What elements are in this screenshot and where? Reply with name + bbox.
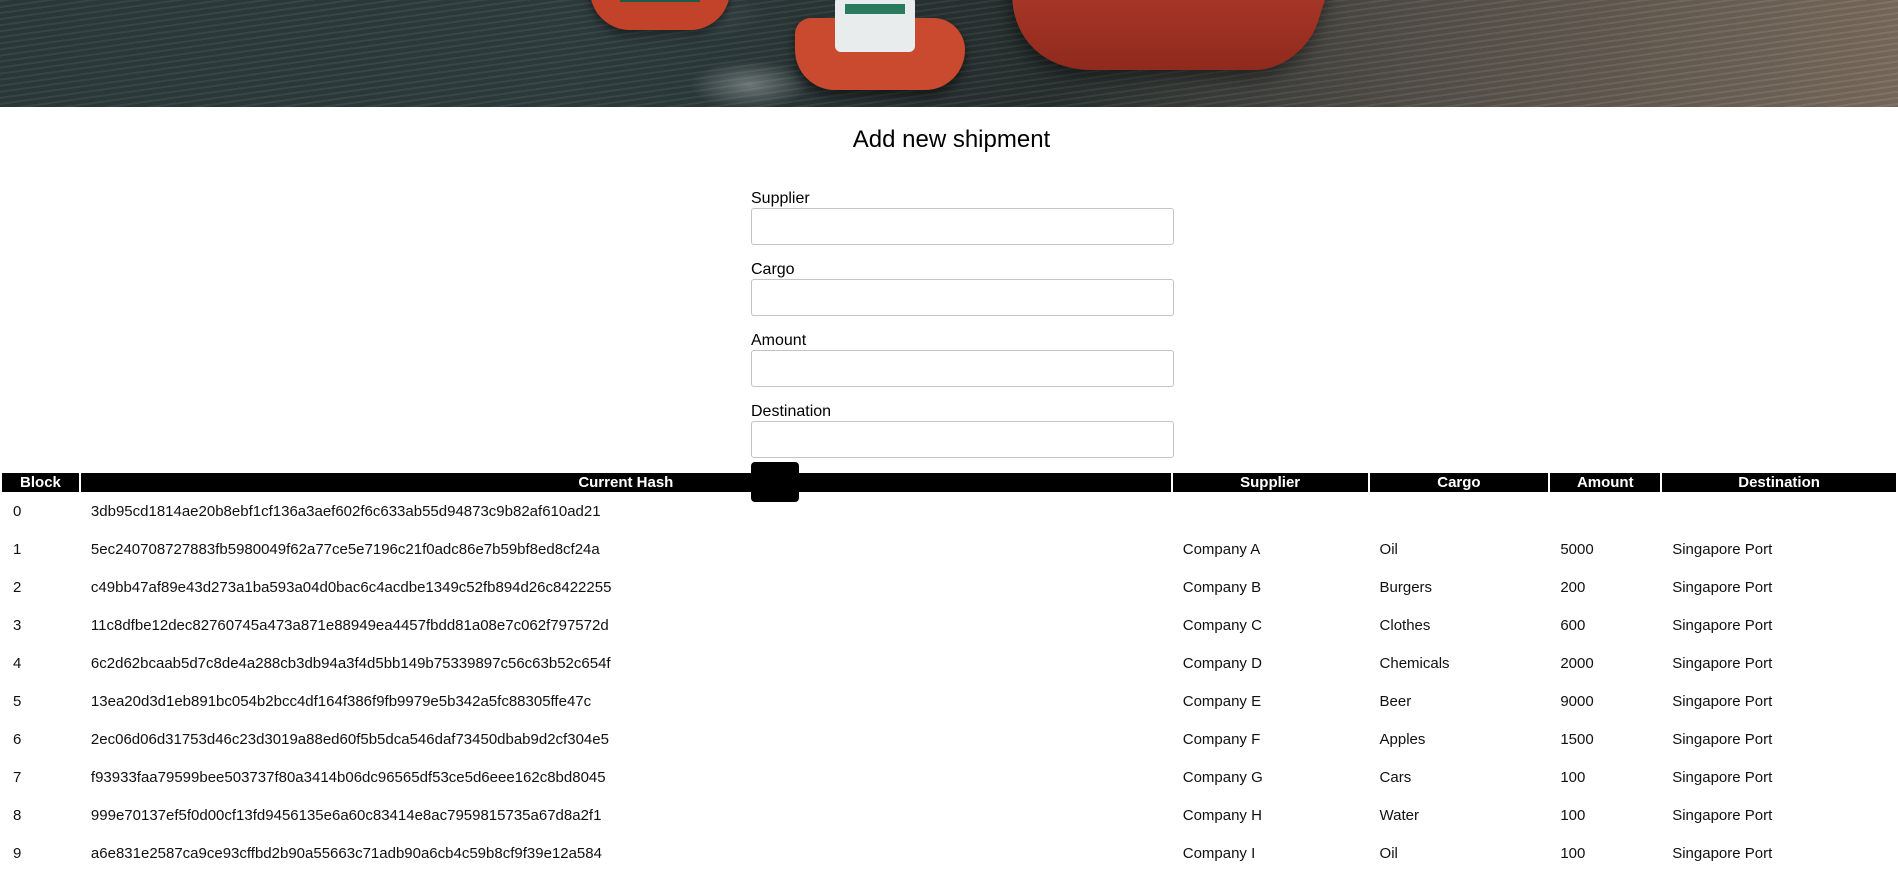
supplier-field-group: Supplier	[751, 190, 1175, 245]
destination-cell: Singapore Port	[1672, 844, 1773, 862]
block-cell: 0	[13, 502, 22, 520]
cargo-input[interactable]	[751, 279, 1174, 316]
block-cell: 8	[13, 806, 22, 824]
cargo-cell: Burgers	[1379, 578, 1433, 596]
block-cell: 9	[13, 844, 22, 862]
supplier-label: Supplier	[751, 190, 810, 207]
hero-banner-image	[0, 0, 1898, 107]
column-header-destination: Destination	[1662, 473, 1896, 492]
supplier-cell: Company D	[1182, 654, 1262, 672]
supplier-cell: Company I	[1182, 844, 1256, 862]
table-header-row: Block Current Hash Supplier Cargo Amount…	[2, 473, 1896, 492]
block-cell: 2	[13, 578, 22, 596]
hash-cell: 3db95cd1814ae20b8ebf1cf136a3aef602f6c633…	[90, 502, 601, 520]
column-header-current-hash: Current Hash	[80, 473, 1171, 492]
page-title: Add new shipment	[852, 126, 1051, 153]
supplier-cell: Company C	[1182, 616, 1262, 634]
block-cell: 5	[13, 692, 22, 710]
supplier-cell: Company F	[1182, 730, 1261, 748]
table-row: 4 6c2d62bcaab5d7c8de4a288cb3db94a3f4d5bb…	[2, 644, 1896, 682]
destination-cell: Singapore Port	[1672, 540, 1773, 558]
block-cell: 7	[13, 768, 22, 786]
cargo-cell: Chemicals	[1379, 654, 1450, 672]
destination-cell: Singapore Port	[1672, 730, 1773, 748]
column-header-block: Block	[2, 473, 79, 492]
hash-cell: 999e70137ef5f0d00cf13fd9456135e6a60c8341…	[90, 806, 602, 824]
cargo-cell: Oil	[1379, 844, 1398, 862]
amount-field-group: Amount	[751, 332, 1175, 387]
cargo-cell: Apples	[1379, 730, 1426, 748]
supplier-cell: Company H	[1182, 806, 1262, 824]
hash-cell: c49bb47af89e43d273a1ba593a04d0bac6c4acdb…	[90, 578, 612, 596]
supplier-cell: Company E	[1182, 692, 1262, 710]
destination-cell: Singapore Port	[1672, 768, 1773, 786]
destination-cell: Singapore Port	[1672, 806, 1773, 824]
block-cell: 3	[13, 616, 22, 634]
destination-cell: Singapore Port	[1672, 616, 1773, 634]
hash-cell: 5ec240708727883fb5980049f62a77ce5e7196c2…	[90, 540, 600, 558]
amount-cell: 100	[1560, 806, 1586, 824]
cargo-cell: Clothes	[1379, 616, 1431, 634]
table-row: 2 c49bb47af89e43d273a1ba593a04d0bac6c4ac…	[2, 568, 1896, 606]
block-cell: 4	[13, 654, 22, 672]
table-row: 5 13ea20d3d1eb891bc054b2bcc4df164f386f9f…	[2, 682, 1896, 720]
amount-input[interactable]	[751, 350, 1174, 387]
hash-cell: 2ec06d06d31753d46c23d3019a88ed60f5b5dca5…	[90, 730, 609, 748]
destination-cell: Singapore Port	[1672, 578, 1773, 596]
table-row: 8 999e70137ef5f0d00cf13fd9456135e6a60c83…	[2, 796, 1896, 834]
blockchain-table: Block Current Hash Supplier Cargo Amount…	[0, 473, 1898, 872]
cargo-cell: Water	[1379, 806, 1419, 824]
amount-cell: 5000	[1560, 540, 1594, 558]
hash-cell: 13ea20d3d1eb891bc054b2bcc4df164f386f9fb9…	[90, 692, 592, 710]
hash-cell: 6c2d62bcaab5d7c8de4a288cb3db94a3f4d5bb14…	[90, 654, 611, 672]
table-row: 3 11c8dfbe12dec82760745a473a871e88949ea4…	[2, 606, 1896, 644]
table-row: 1 5ec240708727883fb5980049f62a77ce5e7196…	[2, 530, 1896, 568]
cargo-field-group: Cargo	[751, 261, 1175, 316]
cargo-cell: Cars	[1379, 768, 1412, 786]
table-row: 7 f93933faa79599bee503737f80a3414b06dc96…	[2, 758, 1896, 796]
cargo-cell	[1370, 492, 1549, 530]
supplier-cell: Company G	[1182, 768, 1263, 786]
destination-field-group: Destination	[751, 403, 1175, 458]
amount-cell: 9000	[1560, 692, 1594, 710]
destination-cell	[1662, 492, 1896, 530]
amount-label: Amount	[751, 332, 807, 349]
block-cell: 6	[13, 730, 22, 748]
add-shipment-form: Supplier Cargo Amount Destination Add	[751, 190, 1175, 502]
cargo-cell: Beer	[1379, 692, 1412, 710]
supplier-cell: Company B	[1182, 578, 1262, 596]
amount-cell: 100	[1560, 844, 1586, 862]
cargo-label: Cargo	[751, 261, 795, 278]
supplier-cell: Company A	[1182, 540, 1261, 558]
amount-cell: 1500	[1560, 730, 1594, 748]
amount-cell: 100	[1560, 768, 1586, 786]
table-row: 0 3db95cd1814ae20b8ebf1cf136a3aef602f6c6…	[2, 492, 1896, 530]
cargo-cell: Oil	[1379, 540, 1398, 558]
destination-input[interactable]	[751, 421, 1174, 458]
destination-cell: Singapore Port	[1672, 692, 1773, 710]
table-row: 6 2ec06d06d31753d46c23d3019a88ed60f5b5dc…	[2, 720, 1896, 758]
supplier-input[interactable]	[751, 208, 1174, 245]
hash-cell: f93933faa79599bee503737f80a3414b06dc9656…	[90, 768, 606, 786]
column-header-cargo: Cargo	[1369, 473, 1549, 492]
amount-cell: 2000	[1560, 654, 1594, 672]
hash-cell: 11c8dfbe12dec82760745a473a871e88949ea445…	[90, 616, 609, 634]
cargo-ship	[982, 0, 1338, 70]
block-cell: 1	[13, 540, 22, 558]
amount-cell: 200	[1560, 578, 1586, 596]
tugboat	[590, 0, 730, 30]
column-header-supplier: Supplier	[1172, 473, 1368, 492]
table-row: 9 a6e831e2587ca9ce93cffbd2b90a55663c71ad…	[2, 834, 1896, 872]
hash-cell: a6e831e2587ca9ce93cffbd2b90a55663c71adb9…	[90, 844, 602, 862]
destination-cell: Singapore Port	[1672, 654, 1773, 672]
column-header-amount: Amount	[1550, 473, 1661, 492]
destination-label: Destination	[751, 403, 832, 420]
amount-cell: 600	[1560, 616, 1586, 634]
supplier-cell	[1173, 492, 1368, 530]
boat-wake	[690, 60, 810, 107]
tugboat	[795, 0, 965, 90]
amount-cell	[1550, 492, 1660, 530]
